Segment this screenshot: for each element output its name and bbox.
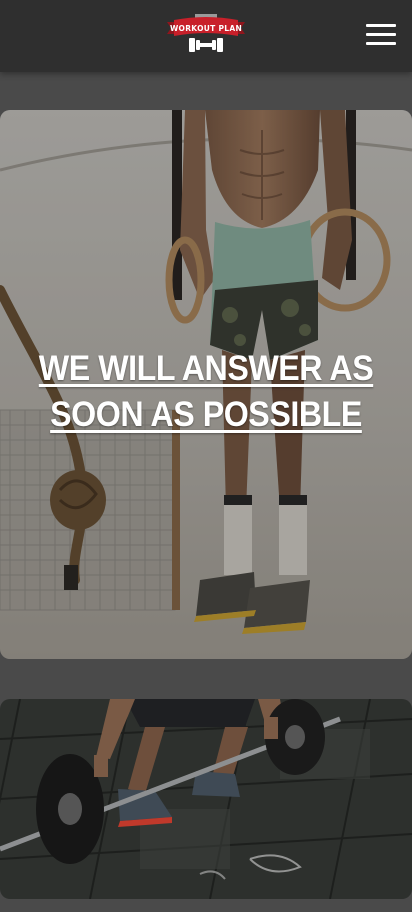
hero-title: WE WILL ANSWER AS SOON AS POSSIBLE [16,346,395,438]
dumbbell-icon [167,14,245,52]
hero-card: WE WILL ANSWER AS SOON AS POSSIBLE [0,110,412,659]
hamburger-menu-icon[interactable] [364,22,398,48]
logo-text: WORKOUT PLAN [169,24,243,33]
barbell-deadlift-image [0,699,412,899]
workout-plan-logo[interactable]: WORKOUT PLAN [165,12,247,54]
hero-title-line-2: SOON AS POSSIBLE [50,395,362,434]
top-header: WORKOUT PLAN [0,0,412,72]
deadlift-card [0,699,412,899]
hero-title-line-1: WE WILL ANSWER AS [38,349,374,388]
